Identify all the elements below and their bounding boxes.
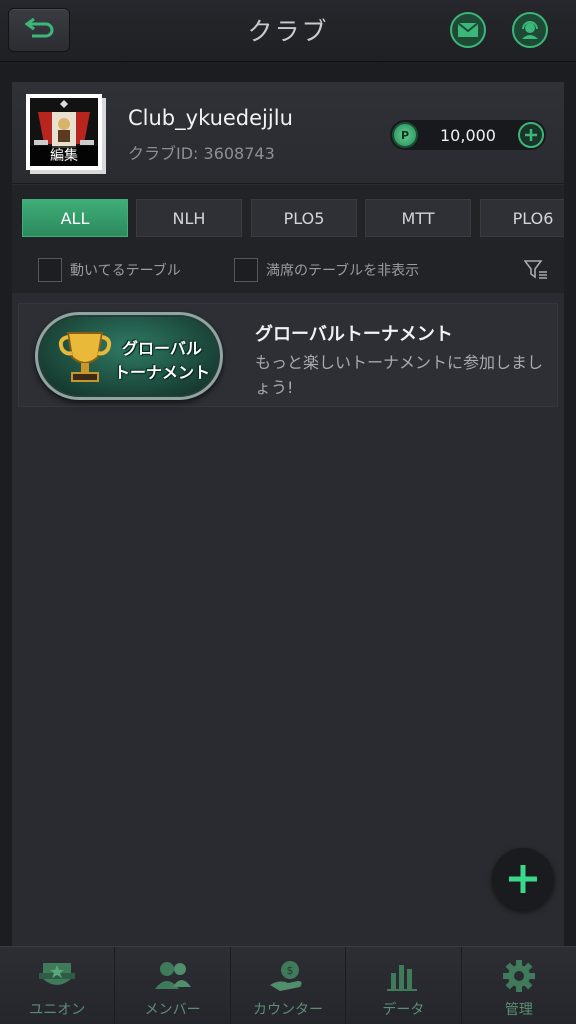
bottom-navigation: ユニオン メンバー $ カウンター データ 管理 — [0, 946, 576, 1024]
nav-item-manage[interactable]: 管理 — [462, 947, 576, 1024]
hide-full-filter[interactable]: 満席のテーブルを非表示 — [234, 257, 419, 283]
svg-text:$: $ — [287, 964, 294, 977]
tournament-description: もっと楽しいトーナメントに参加しましょう! — [255, 353, 544, 397]
plus-icon — [525, 129, 537, 141]
tournament-title: グローバルトーナメント — [255, 324, 453, 345]
nav-item-members[interactable]: メンバー — [115, 947, 231, 1024]
club-avatar[interactable]: 編集 — [26, 94, 106, 174]
nav-label-manage: 管理 — [504, 1002, 533, 1018]
club-info-card: 編集 Club_ykuedejjlu クラブID: 3608743 P 10,0… — [12, 82, 564, 184]
trophy-icon — [58, 332, 112, 382]
mail-icon — [457, 22, 479, 37]
add-table-button[interactable] — [492, 848, 554, 910]
points-coin-icon: P — [392, 122, 418, 148]
tournament-badge: グローバル トーナメント — [35, 312, 223, 400]
gear-icon — [502, 960, 535, 992]
nav-label-union: ユニオン — [29, 1002, 86, 1018]
nav-label-data: データ — [382, 1002, 425, 1018]
global-tournament-banner[interactable]: グローバル トーナメント グローバルトーナメント もっと楽しいトーナメントに参加… — [18, 303, 558, 407]
avatar-edit-label[interactable]: 編集 — [30, 146, 98, 166]
plus-icon — [509, 865, 537, 893]
bar-chart-icon — [387, 965, 418, 991]
game-type-tabs: ALL NLH PLO5 MTT PLO6 — [12, 185, 564, 245]
badge-text-line2: トーナメント — [114, 363, 211, 382]
counter-coin-hand-icon: $ — [270, 961, 302, 991]
points-value: 10,000 — [440, 125, 496, 145]
active-tables-label: 動いてるテーブル — [70, 263, 181, 279]
nav-item-counter[interactable]: $ カウンター — [231, 947, 347, 1024]
club-name: Club_ykuedejjlu — [128, 106, 293, 130]
tab-plo5[interactable]: PLO5 — [251, 199, 357, 237]
table-filter-area: ALL NLH PLO5 MTT PLO6 動いてるテーブル 満席のテーブルを非… — [12, 185, 564, 293]
nav-label-counter: カウンター — [253, 1002, 324, 1018]
mail-button[interactable] — [450, 12, 486, 48]
hide-full-checkbox[interactable] — [234, 258, 258, 282]
add-points-button[interactable] — [518, 122, 544, 148]
page-title: クラブ — [247, 17, 329, 46]
avatar-image: 編集 — [30, 98, 98, 166]
nav-item-data[interactable]: データ — [346, 947, 462, 1024]
members-icon — [154, 962, 191, 989]
club-id: クラブID: 3608743 — [128, 144, 275, 163]
points-balance: P 10,000 — [390, 120, 546, 150]
badge-text-line1: グローバル — [122, 339, 202, 358]
support-button[interactable] — [512, 12, 548, 48]
nav-item-union[interactable]: ユニオン — [0, 947, 116, 1024]
tab-plo6[interactable]: PLO6 — [480, 199, 564, 237]
header-bar: クラブ — [0, 0, 576, 62]
hide-full-label: 満席のテーブルを非表示 — [266, 263, 420, 279]
active-tables-checkbox[interactable] — [38, 258, 62, 282]
support-agent-icon — [522, 21, 538, 39]
tab-mtt[interactable]: MTT — [365, 199, 471, 237]
tab-all[interactable]: ALL — [22, 199, 128, 237]
club-main-panel: 編集 Club_ykuedejjlu クラブID: 3608743 P 10,0… — [12, 82, 564, 946]
tab-nlh[interactable]: NLH — [136, 199, 242, 237]
filter-icon[interactable] — [524, 259, 548, 281]
active-tables-filter[interactable]: 動いてるテーブル — [38, 257, 181, 283]
union-shield-icon — [39, 963, 76, 985]
nav-label-members: メンバー — [144, 1002, 201, 1018]
